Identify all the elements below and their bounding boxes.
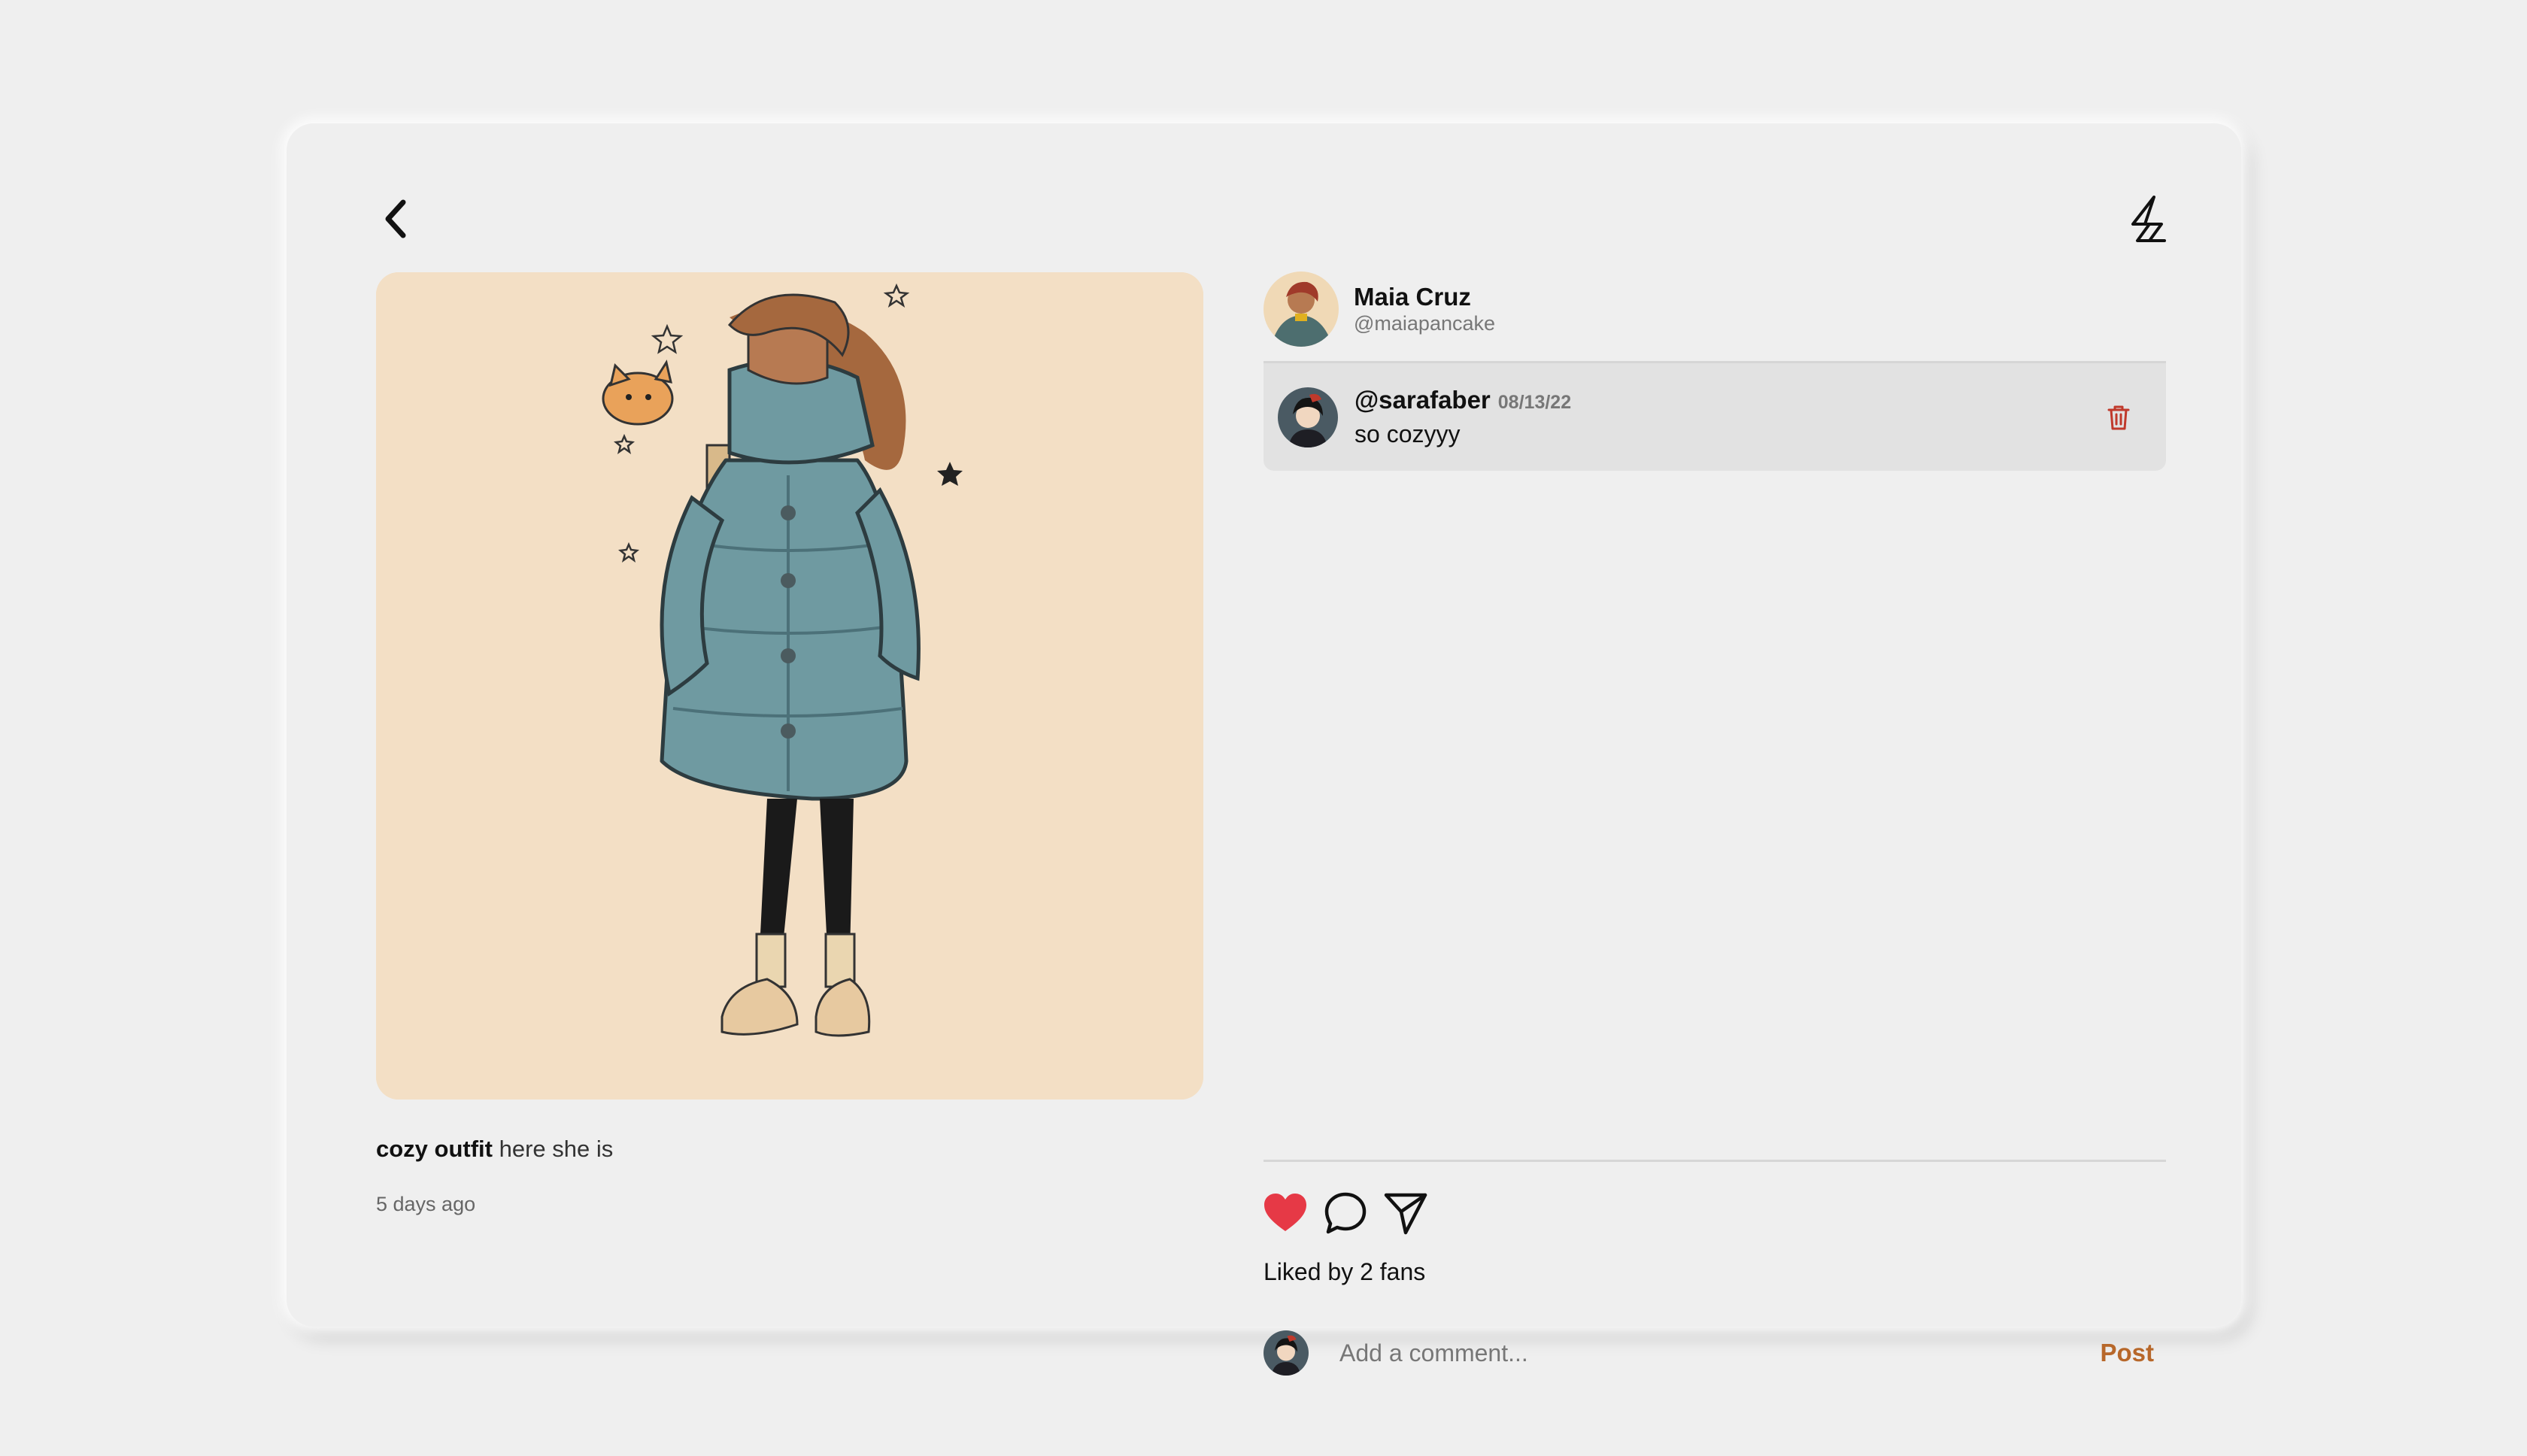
illustration-girl-in-teal-coat	[376, 272, 1203, 1100]
post-comment-button[interactable]: Post	[2095, 1338, 2158, 1368]
current-user-avatar	[1264, 1330, 1309, 1376]
comment-input[interactable]	[1338, 1338, 2096, 1368]
post-actions	[1262, 1190, 1429, 1236]
likes-number[interactable]: 2 fans	[1360, 1258, 1425, 1285]
chevron-left-icon	[385, 199, 406, 238]
post-image	[376, 272, 1203, 1100]
speech-bubble-icon	[1324, 1192, 1367, 1234]
comment-button[interactable]	[1322, 1190, 1369, 1236]
comment-item: @sarafaber 08/13/22 so cozyyy	[1264, 363, 2166, 471]
divider	[1264, 1160, 2166, 1162]
author-avatar[interactable]	[1264, 271, 1339, 347]
post-title: cozy outfit	[376, 1136, 493, 1162]
trash-icon	[2107, 405, 2130, 429]
likes-count: Liked by 2 fans	[1264, 1258, 1425, 1286]
likes-prefix: Liked by	[1264, 1258, 1354, 1285]
heart-icon	[1264, 1194, 1306, 1231]
comment-composer: Post	[1264, 1329, 2166, 1377]
comment-username[interactable]: @sarafaber	[1355, 386, 1491, 414]
like-button[interactable]	[1262, 1190, 1309, 1236]
post-caption-text: here she is	[499, 1136, 614, 1162]
author-name[interactable]: Maia Cruz	[1354, 283, 1495, 311]
delete-comment-button[interactable]	[2106, 403, 2131, 432]
author-header[interactable]: Maia Cruz @maiapancake	[1264, 271, 2166, 347]
share-button[interactable]	[1382, 1190, 1429, 1236]
author-handle[interactable]: @maiapancake	[1354, 311, 1495, 335]
comment-text: so cozyyy	[1355, 420, 1461, 447]
comment-date: 08/13/22	[1497, 392, 1572, 413]
bolt-logo-icon[interactable]	[2127, 194, 2169, 244]
post-caption: cozy outfit here she is	[376, 1136, 613, 1163]
post-timestamp: 5 days ago	[376, 1193, 476, 1215]
paper-plane-icon	[1384, 1193, 1427, 1235]
post-card: cozy outfit here she is 5 days ago Maia …	[287, 123, 2241, 1376]
back-button[interactable]	[375, 194, 417, 244]
commenter-avatar[interactable]	[1278, 387, 1338, 447]
